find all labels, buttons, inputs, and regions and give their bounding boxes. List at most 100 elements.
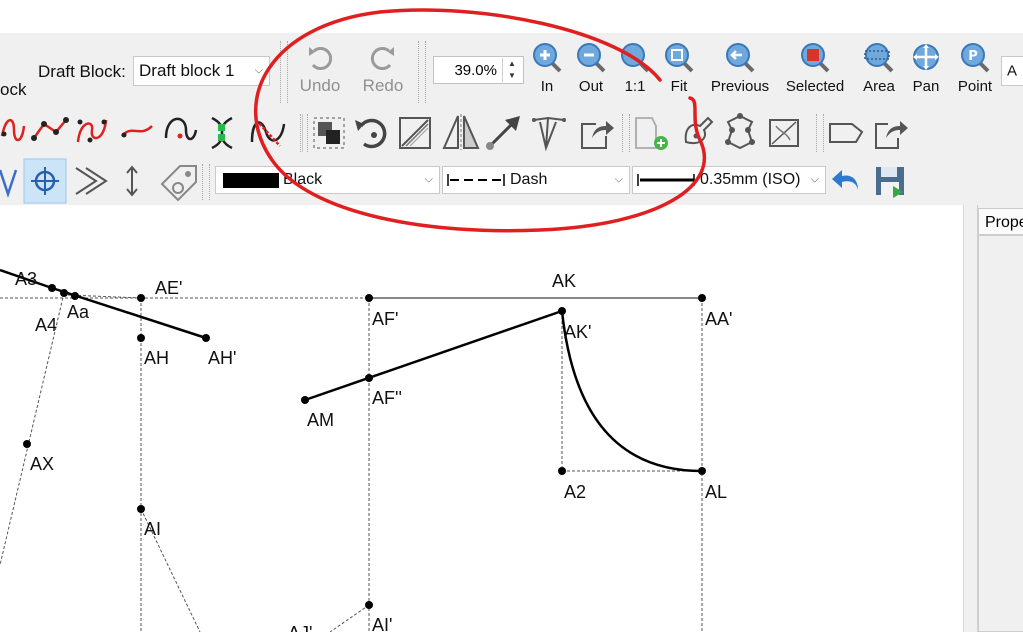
zoom-area-icon bbox=[864, 43, 894, 73]
label-af-dprime: AF'' bbox=[372, 388, 402, 408]
point-ax[interactable] bbox=[23, 440, 31, 448]
vertical-scrollbar[interactable] bbox=[963, 205, 974, 632]
point-button[interactable]: P Point bbox=[953, 41, 997, 95]
point-a4[interactable] bbox=[60, 289, 68, 297]
point-ai[interactable] bbox=[137, 505, 145, 513]
label-ak: AK bbox=[552, 271, 576, 291]
point-ah-prime[interactable] bbox=[202, 334, 210, 342]
line-weight-value: 0.35mm (ISO) bbox=[700, 171, 801, 188]
vertical-arrows-icon[interactable] bbox=[126, 165, 138, 197]
solid-lines bbox=[0, 268, 703, 473]
label-aj-prime: AJ' bbox=[288, 623, 312, 632]
undo-icon bbox=[309, 47, 333, 70]
point-icon: P bbox=[961, 43, 990, 73]
chevron-down-icon: ⌵ bbox=[614, 173, 623, 186]
zoom-fit-button[interactable]: Fit bbox=[661, 41, 697, 95]
pan-icon bbox=[913, 44, 939, 70]
zoom-out-icon bbox=[577, 43, 606, 73]
undo-button[interactable]: Undo bbox=[296, 43, 344, 96]
zoom-spinbox[interactable]: 39.0% ▲ ▼ bbox=[433, 56, 524, 84]
clipped-combo[interactable]: A bbox=[1001, 56, 1023, 86]
spline-mode-icon[interactable] bbox=[0, 169, 18, 198]
toolbar-grip[interactable] bbox=[280, 41, 288, 103]
label-ak-prime: AK' bbox=[564, 322, 591, 342]
label-ah-prime: AH' bbox=[208, 348, 236, 368]
toolbar-grip-line[interactable] bbox=[202, 164, 210, 200]
point-ae-prime[interactable] bbox=[137, 294, 145, 302]
toolbar-clipped-label: ock bbox=[0, 80, 27, 99]
draft-block-select[interactable]: Draft block 1 ⌵ bbox=[133, 56, 270, 86]
line-type-select[interactable]: Dash ⌵ bbox=[442, 166, 630, 194]
point-a2[interactable] bbox=[558, 467, 566, 475]
line-color-value: Black bbox=[283, 171, 323, 188]
label-ah: AH bbox=[144, 348, 169, 368]
point-a3[interactable] bbox=[48, 284, 56, 292]
zoom-area-button[interactable]: Area bbox=[859, 41, 899, 95]
clipped-combo-text: A bbox=[1007, 62, 1018, 80]
point-af-prime[interactable] bbox=[365, 294, 373, 302]
main-toolbar: ock Draft Block: Draft block 1 ⌵ Undo Re… bbox=[0, 33, 1023, 108]
toolbar-grip-zoom[interactable] bbox=[418, 41, 426, 103]
redo-button[interactable]: Redo bbox=[359, 43, 407, 96]
point-ak-prime[interactable] bbox=[558, 307, 566, 315]
construction-line bbox=[329, 604, 370, 632]
zoom-previous-button[interactable]: Previous bbox=[706, 41, 774, 95]
point-am[interactable] bbox=[301, 396, 309, 404]
undo-arrow-icon[interactable] bbox=[830, 164, 864, 198]
zoom-in-icon bbox=[533, 43, 562, 73]
svg-text:P: P bbox=[968, 49, 978, 64]
zoom-area-label: Area bbox=[863, 78, 895, 95]
zoom-previous-label: Previous bbox=[710, 78, 770, 95]
zoom-in-label: In bbox=[540, 78, 554, 95]
zoom-out-button[interactable]: Out bbox=[573, 41, 609, 95]
redo-icon bbox=[370, 47, 394, 70]
undo-label: Undo bbox=[299, 76, 341, 95]
line-weight-icon bbox=[637, 174, 695, 186]
point-al[interactable] bbox=[698, 467, 706, 475]
drawing-canvas[interactable]: A3 A4 Aa AE' AH AH' AX AI AJ' AF' AF'' A… bbox=[0, 205, 963, 632]
zoom-previous-icon bbox=[726, 43, 755, 73]
label-tag-icon[interactable] bbox=[160, 165, 197, 202]
point-aa[interactable] bbox=[71, 292, 79, 300]
label-ae-prime: AE' bbox=[155, 278, 182, 298]
zoom-selected-label: Selected bbox=[785, 78, 845, 95]
redo-label: Redo bbox=[362, 76, 404, 95]
point-af-dprime[interactable] bbox=[365, 374, 373, 382]
pan-label: Pan bbox=[912, 78, 940, 95]
point-ah[interactable] bbox=[137, 334, 145, 342]
zoom-1-1-button[interactable]: 1:1 bbox=[617, 41, 653, 95]
line-properties-toolbar: Black ⌵ Dash ⌵ 0.35mm (ISO) ⌵ bbox=[0, 158, 1023, 205]
export-layout-icon[interactable] bbox=[875, 121, 908, 149]
zoom-value: 39.0% bbox=[454, 62, 497, 79]
dash-line-icon bbox=[447, 174, 505, 186]
line-weight-select[interactable]: 0.35mm (ISO) ⌵ bbox=[632, 166, 826, 194]
line-type-value: Dash bbox=[510, 171, 548, 188]
pan-button[interactable]: Pan bbox=[906, 41, 946, 95]
save-icon[interactable] bbox=[873, 164, 907, 198]
label-aa: Aa bbox=[67, 302, 90, 322]
label-ai: AI bbox=[144, 519, 161, 539]
chevron-down-icon: ⌵ bbox=[424, 173, 433, 186]
solid-line-am-ak bbox=[304, 309, 563, 402]
label-al: AL bbox=[705, 482, 727, 502]
point-ai-prime[interactable] bbox=[365, 601, 373, 609]
point-aa-prime[interactable] bbox=[698, 294, 706, 302]
piece-shape-icon[interactable] bbox=[829, 123, 864, 143]
zoom-fit-label: Fit bbox=[670, 78, 688, 95]
title-area bbox=[0, 0, 1023, 33]
construction-lines bbox=[0, 292, 703, 632]
pattern-drawing: A3 A4 Aa AE' AH AH' AX AI AJ' AF' AF'' A… bbox=[0, 268, 732, 632]
spin-arrows-icon[interactable]: ▲ ▼ bbox=[502, 58, 521, 82]
zoom-in-button[interactable]: In bbox=[529, 41, 565, 95]
zoom-selected-button[interactable]: Selected bbox=[783, 41, 847, 95]
chevrons-right-icon[interactable] bbox=[75, 167, 108, 195]
zoom-1-1-label: 1:1 bbox=[624, 78, 646, 95]
tools-toolbar bbox=[0, 108, 1023, 158]
line-color-select[interactable]: Black ⌵ bbox=[215, 166, 440, 194]
zoom-selected-icon bbox=[801, 43, 830, 73]
mode-icons bbox=[0, 158, 197, 204]
chevron-down-icon: ⌵ bbox=[254, 64, 263, 77]
zoom-out-label: Out bbox=[578, 78, 604, 95]
property-editor-body bbox=[978, 235, 1023, 632]
property-editor-tab[interactable]: Prope bbox=[978, 208, 1023, 235]
